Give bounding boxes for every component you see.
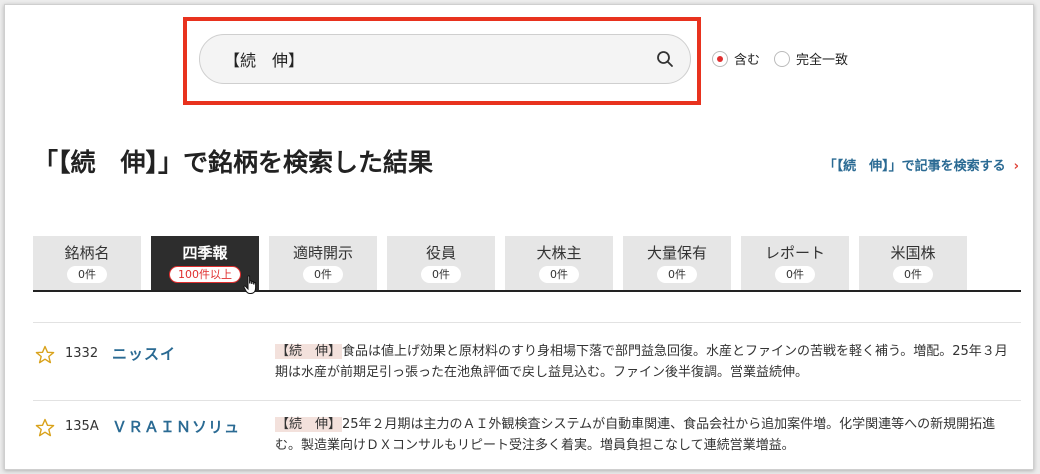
summary-text: 食品は値上げ効果と原材料のすり身相場下落で部門益急回復。水産とファインの苦戦を軽… [275, 344, 1008, 380]
tab-label: レポート [764, 244, 825, 262]
page-title: 「【続 伸】」で銘柄を検索した結果 [33, 148, 434, 177]
tab-count-badge: 0件 [893, 266, 933, 283]
shikiho-summary: 【続 伸】食品は値上げ効果と原材料のすり身相場下落で部門益急回復。水産とファイン… [275, 341, 1015, 383]
result-row[interactable]: 135A ＶＲＡＩＮソリュ 【続 伸】25年２月期は主力のＡＩ外観検査システムが… [33, 396, 1021, 456]
tab-label: 大量保有 [646, 244, 707, 262]
tab-us-stocks[interactable]: 米国株 0件 [859, 236, 967, 291]
tab-label: 四季報 [182, 244, 228, 262]
keyword-highlight: 【続 伸】 [275, 344, 343, 359]
search-articles-link-label: 「【続 伸】」で記事を検索する [823, 159, 1006, 174]
radio-exact[interactable]: 完全一致 [774, 49, 848, 68]
shikiho-summary: 【続 伸】25年２月期は主力のＡＩ外観検査システムが自動車関連、食品会社から追加… [275, 414, 1015, 456]
stock-code: 135A [65, 419, 99, 434]
tab-officers[interactable]: 役員 0件 [387, 236, 495, 291]
radio-contains[interactable]: 含む [712, 49, 760, 68]
tab-count-badge: 100件以上 [169, 266, 241, 283]
star-outline-icon[interactable] [35, 418, 55, 438]
star-outline-icon[interactable] [35, 345, 55, 365]
keyword-highlight: 【続 伸】 [275, 417, 343, 432]
hand-cursor-icon [243, 275, 257, 294]
search-highlight-box [183, 17, 701, 105]
tab-count-badge: 0件 [303, 266, 343, 283]
tab-stock-name[interactable]: 銘柄名 0件 [33, 236, 141, 291]
radio-exact-label: 完全一致 [796, 53, 849, 68]
result-row[interactable]: 1332 ニッスイ 【続 伸】食品は値上げ効果と原材料のすり身相場下落で部門益急… [33, 323, 1021, 383]
tab-label: 米国株 [890, 244, 936, 262]
tab-count-badge: 0件 [539, 266, 579, 283]
tab-reports[interactable]: レポート 0件 [741, 236, 849, 291]
stock-code: 1332 [65, 346, 99, 361]
tab-label: 役員 [425, 244, 456, 262]
tab-timely-disclosure[interactable]: 適時開示 0件 [269, 236, 377, 291]
tabs-underline [33, 290, 1021, 292]
tab-large-holdings[interactable]: 大量保有 0件 [623, 236, 731, 291]
stock-name-link[interactable]: ニッスイ [112, 343, 176, 364]
radio-checked-icon[interactable] [712, 50, 728, 67]
tab-count-badge: 0件 [67, 266, 107, 283]
tab-label: 適時開示 [292, 244, 353, 262]
tab-count-badge: 0件 [657, 266, 697, 283]
match-options: 含む 完全一致 [712, 49, 862, 68]
radio-unchecked-icon[interactable] [774, 50, 791, 67]
tab-count-badge: 0件 [775, 266, 815, 283]
tab-label: 大株主 [536, 244, 582, 262]
radio-contains-label: 含む [734, 53, 761, 68]
summary-text: 25年２月期は主力のＡＩ外観検査システムが自動車関連、食品会社から追加案件増。化… [275, 417, 996, 453]
stock-name-link[interactable]: ＶＲＡＩＮソリュ [112, 416, 240, 437]
search-articles-link[interactable]: 「【続 伸】」で記事を検索する › [824, 155, 1019, 174]
tab-count-badge: 0件 [421, 266, 461, 283]
tab-label: 銘柄名 [64, 244, 110, 262]
chevron-right-icon: › [1013, 159, 1019, 174]
page-frame: 含む 完全一致 「【続 伸】」で銘柄を検索した結果 「【続 伸】」で記事を検索す… [4, 4, 1034, 470]
tab-major-shareholders[interactable]: 大株主 0件 [505, 236, 613, 291]
